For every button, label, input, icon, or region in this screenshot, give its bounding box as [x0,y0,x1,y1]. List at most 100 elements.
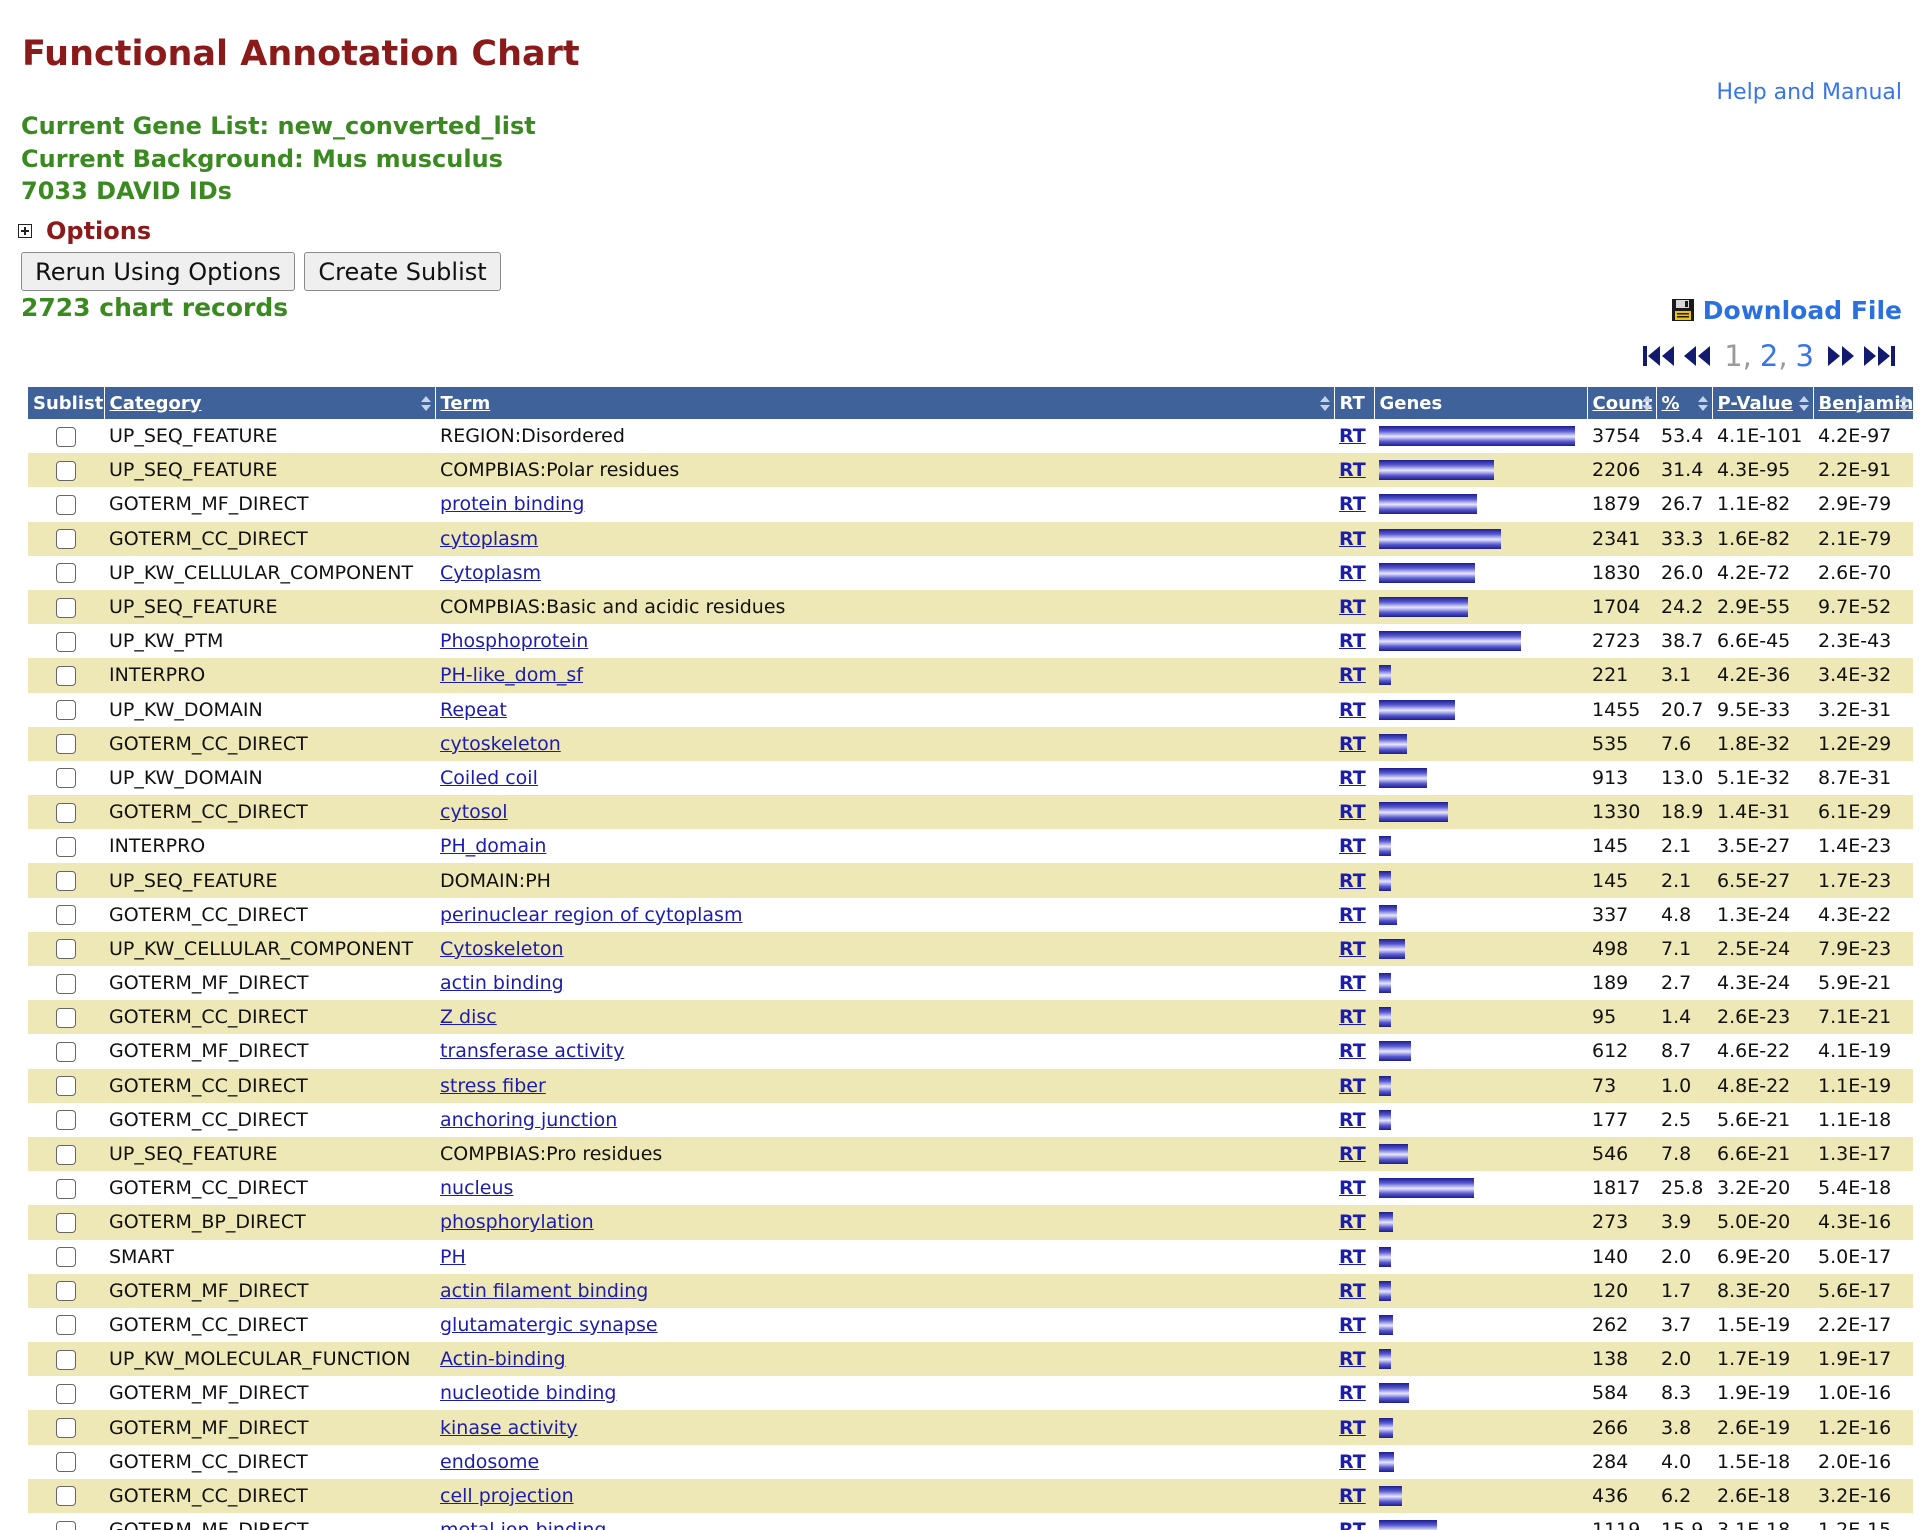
sublist-checkbox[interactable] [56,1418,76,1439]
sort-arrows-icon[interactable] [1798,395,1810,412]
last-page-icon[interactable] [1862,344,1896,368]
rt-link[interactable]: RT [1339,596,1366,618]
genes-bar[interactable] [1379,562,1475,583]
sublist-checkbox[interactable] [56,1041,76,1062]
genes-bar[interactable] [1379,1485,1402,1506]
term-link[interactable]: PH-like_dom_sf [440,664,583,686]
sublist-checkbox[interactable] [56,734,76,755]
sublist-checkbox[interactable] [56,1076,76,1097]
genes-bar[interactable] [1379,494,1477,515]
count-header[interactable]: Count [1587,387,1657,419]
page-2-link[interactable]: 2 [1760,339,1778,373]
sublist-checkbox[interactable] [56,1144,76,1165]
options-toggle[interactable]: Options [18,216,151,246]
term-link[interactable]: kinase activity [440,1417,578,1439]
genes-bar[interactable] [1379,1144,1408,1165]
rt-link[interactable]: RT [1339,1006,1366,1028]
download-file-label[interactable]: Download File [1703,296,1902,325]
term-link[interactable]: nucleus [440,1177,513,1199]
rt-link[interactable]: RT [1339,459,1366,481]
sublist-checkbox[interactable] [56,700,76,721]
term-link[interactable]: Coiled coil [440,767,538,789]
genes-bar[interactable] [1379,631,1521,652]
pvalue-header[interactable]: P-Value [1712,387,1814,419]
rt-link[interactable]: RT [1339,699,1366,721]
sublist-checkbox[interactable] [56,1486,76,1507]
term-link[interactable]: endosome [440,1451,539,1473]
genes-bar[interactable] [1379,1007,1391,1028]
sublist-checkbox[interactable] [56,563,76,584]
genes-bar[interactable] [1379,426,1575,447]
sublist-checkbox[interactable] [56,1247,76,1268]
rt-link[interactable]: RT [1339,1485,1366,1507]
sublist-checkbox[interactable] [56,665,76,686]
term-link[interactable]: cytoskeleton [440,733,561,755]
sublist-checkbox[interactable] [56,1383,76,1404]
genes-bar[interactable] [1379,460,1494,481]
genes-bar[interactable] [1379,767,1427,788]
sublist-checkbox[interactable] [56,460,76,481]
options-label[interactable]: Options [46,217,151,245]
rt-link[interactable]: RT [1339,801,1366,823]
sublist-checkbox[interactable] [56,631,76,652]
help-manual-link[interactable]: Help and Manual [1717,80,1902,105]
rt-link[interactable]: RT [1339,1143,1366,1165]
rt-link[interactable]: RT [1339,1417,1366,1439]
sort-arrows-icon[interactable] [1641,395,1653,412]
term-link[interactable]: perinuclear region of cytoplasm [440,904,742,926]
term-link[interactable]: Phosphoprotein [440,630,588,652]
rt-link[interactable]: RT [1339,630,1366,652]
rt-link[interactable]: RT [1339,664,1366,686]
rt-link[interactable]: RT [1339,733,1366,755]
term-link[interactable]: glutamatergic synapse [440,1314,658,1336]
rt-link[interactable]: RT [1339,1075,1366,1097]
rt-link[interactable]: RT [1339,1040,1366,1062]
rt-link[interactable]: RT [1339,835,1366,857]
sort-arrows-icon[interactable] [420,395,432,412]
term-link[interactable]: Repeat [440,699,507,721]
sublist-checkbox[interactable] [56,1178,76,1199]
rt-link[interactable]: RT [1339,1280,1366,1302]
term-link[interactable]: Z disc [440,1006,497,1028]
rt-link[interactable]: RT [1339,425,1366,447]
genes-bar[interactable] [1379,836,1391,857]
percent-header[interactable]: % [1656,387,1713,419]
rt-link[interactable]: RT [1339,493,1366,515]
rt-link[interactable]: RT [1339,938,1366,960]
term-link[interactable]: cell projection [440,1485,574,1507]
rt-link[interactable]: RT [1339,1348,1366,1370]
genes-bar[interactable] [1379,904,1397,925]
sublist-checkbox[interactable] [56,768,76,789]
sublist-checkbox[interactable] [56,973,76,994]
sublist-checkbox[interactable] [56,1349,76,1370]
first-page-icon[interactable] [1642,344,1676,368]
sort-arrows-icon[interactable] [1898,395,1910,412]
sublist-checkbox[interactable] [56,905,76,926]
sublist-checkbox[interactable] [56,1520,76,1530]
sublist-checkbox[interactable] [56,1212,76,1233]
genes-bar[interactable] [1379,802,1448,823]
term-link[interactable]: transferase activity [440,1040,624,1062]
sublist-checkbox[interactable] [56,802,76,823]
genes-bar[interactable] [1379,1383,1409,1404]
genes-bar[interactable] [1379,528,1501,549]
term-link[interactable]: metal ion binding [440,1519,606,1530]
term-link[interactable]: PH_domain [440,835,546,857]
pvalue-sort-link[interactable]: P-Value [1718,393,1793,414]
rt-link[interactable]: RT [1339,1246,1366,1268]
sublist-checkbox[interactable] [56,1281,76,1302]
benjamini-header[interactable]: Benjamini [1813,387,1914,419]
sublist-checkbox[interactable] [56,836,76,857]
term-link[interactable]: actin filament binding [440,1280,648,1302]
genes-bar[interactable] [1379,665,1391,686]
genes-bar[interactable] [1379,1075,1391,1096]
term-link[interactable]: phosphorylation [440,1211,594,1233]
sublist-checkbox[interactable] [56,939,76,960]
next-page-icon[interactable] [1826,344,1856,368]
category-sort-link[interactable]: Category [110,393,202,414]
genes-bar[interactable] [1379,597,1468,618]
rt-link[interactable]: RT [1339,1211,1366,1233]
genes-bar[interactable] [1379,938,1405,959]
page-3-link[interactable]: 3 [1796,339,1814,373]
sublist-checkbox[interactable] [56,426,76,447]
